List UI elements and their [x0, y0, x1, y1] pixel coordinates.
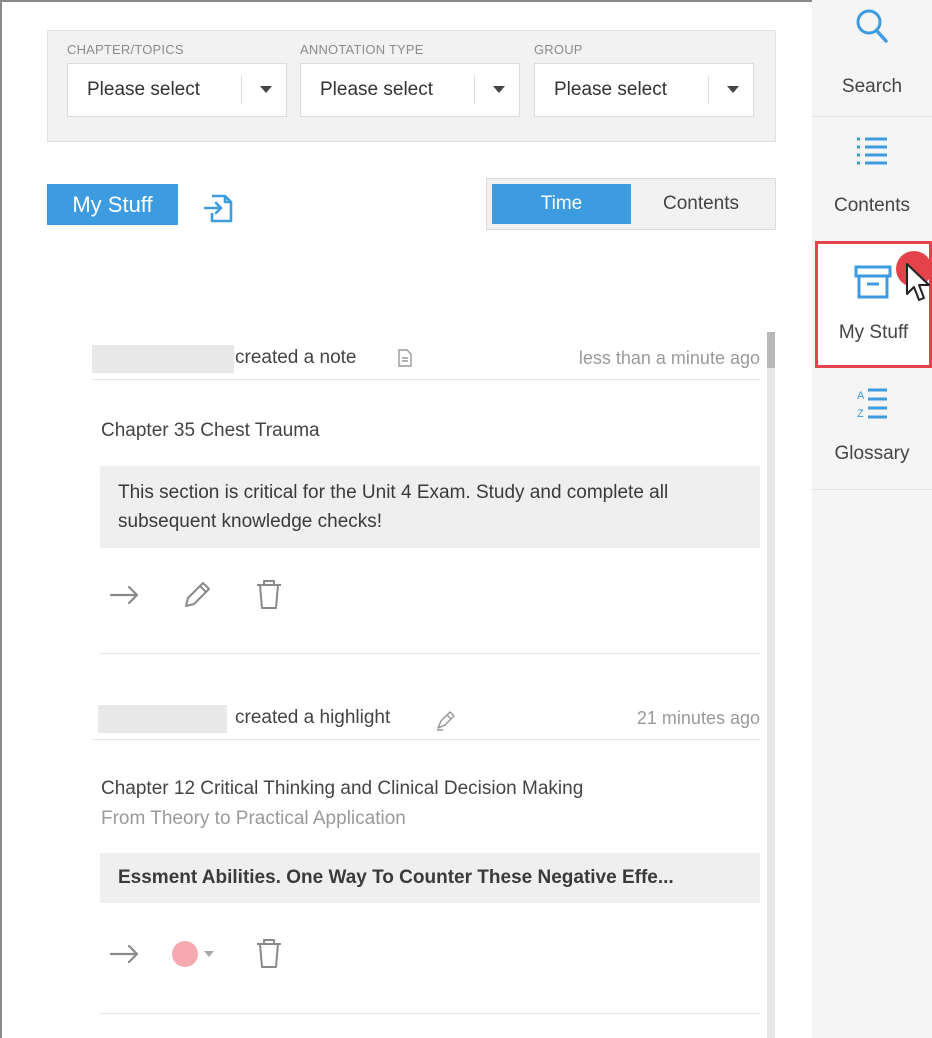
svg-text:A: A: [857, 390, 865, 402]
sort-toggle: Time Contents: [486, 178, 776, 230]
filter-label: ANNOTATION TYPE: [300, 42, 424, 57]
chapter-topics-select[interactable]: Please select: [67, 63, 287, 117]
filter-label: CHAPTER/TOPICS: [67, 42, 184, 57]
entry-header: created a highlight 21 minutes ago: [92, 700, 760, 740]
entry-separator: [100, 653, 760, 654]
entry-separator: [100, 1013, 760, 1014]
entry-tools: [100, 578, 400, 618]
entry-highlight-text: Essment Abilities. One Way To Counter Th…: [100, 853, 760, 903]
rail-label: My Stuff: [838, 322, 909, 343]
scrollbar-thumb[interactable]: [767, 332, 775, 368]
highlight-color-picker[interactable]: [170, 937, 220, 971]
list-icon: [857, 137, 887, 165]
export-icon[interactable]: [201, 190, 237, 226]
my-stuff-button[interactable]: My Stuff: [47, 184, 178, 225]
chevron-down-icon: [493, 86, 505, 93]
filter-group: GROUP Please select: [534, 41, 754, 117]
highlighter-icon: [437, 711, 455, 731]
go-to-arrow-icon[interactable]: [108, 578, 142, 612]
rail-item-search[interactable]: Search: [812, 0, 932, 117]
entry-timestamp: 21 minutes ago: [636, 708, 760, 728]
svg-text:Z: Z: [857, 408, 864, 420]
archive-box-icon: [854, 265, 892, 299]
chevron-down-icon: [727, 86, 739, 93]
redacted-username: [98, 705, 227, 733]
rail-label: Contents: [833, 195, 911, 216]
trash-icon[interactable]: [252, 578, 286, 612]
filter-annotation-type: ANNOTATION TYPE Please select: [300, 41, 520, 117]
select-value: Please select: [320, 79, 434, 100]
select-value: Please select: [87, 79, 201, 100]
az-sort-icon: A Z: [857, 388, 887, 420]
go-to-arrow-icon[interactable]: [108, 937, 142, 971]
annotation-entry-note: created a note less than a minute ago Ch…: [92, 340, 760, 654]
annotation-entry-highlight: created a highlight 21 minutes ago Chapt…: [92, 700, 760, 1014]
trash-icon[interactable]: [252, 937, 286, 971]
group-select[interactable]: Please select: [534, 63, 754, 117]
filter-chapter-topics: CHAPTER/TOPICS Please select: [67, 41, 287, 117]
entry-tools: [100, 937, 400, 977]
select-divider: [708, 76, 709, 104]
note-icon: [398, 349, 412, 367]
rail-label: Glossary: [834, 443, 910, 464]
sort-contents-button[interactable]: Contents: [631, 184, 771, 224]
rail-item-contents[interactable]: Contents: [812, 117, 932, 238]
select-divider: [241, 76, 242, 104]
select-divider: [474, 76, 475, 104]
rail-item-glossary[interactable]: A Z Glossary: [812, 370, 932, 490]
rail-label: Search: [841, 76, 903, 97]
edit-pencil-icon[interactable]: [180, 578, 214, 612]
side-rail: Search Contents A Z Glossary: [812, 0, 932, 1038]
entry-note-text: This section is critical for the Unit 4 …: [100, 466, 760, 548]
annotation-type-select[interactable]: Please select: [300, 63, 520, 117]
rail-divider: [812, 489, 932, 490]
redacted-username: [92, 345, 234, 373]
sort-time-button[interactable]: Time: [492, 184, 631, 224]
chevron-down-icon: [260, 86, 272, 93]
entry-action: created a note: [235, 347, 357, 368]
entry-chapter[interactable]: Chapter 12 Critical Thinking and Clinica…: [101, 778, 583, 800]
search-icon: [856, 9, 888, 43]
filter-bar: CHAPTER/TOPICS Please select ANNOTATION …: [47, 30, 776, 142]
entry-section: From Theory to Practical Application: [101, 808, 406, 829]
mouse-cursor-icon: [906, 263, 930, 301]
entry-action: created a highlight: [235, 707, 391, 728]
select-value: Please select: [554, 79, 668, 100]
entry-chapter[interactable]: Chapter 35 Chest Trauma: [101, 420, 320, 442]
scrollbar-track[interactable]: [767, 332, 775, 1038]
entry-header: created a note less than a minute ago: [92, 340, 760, 380]
entry-timestamp: less than a minute ago: [578, 348, 760, 368]
filter-label: GROUP: [534, 42, 583, 57]
